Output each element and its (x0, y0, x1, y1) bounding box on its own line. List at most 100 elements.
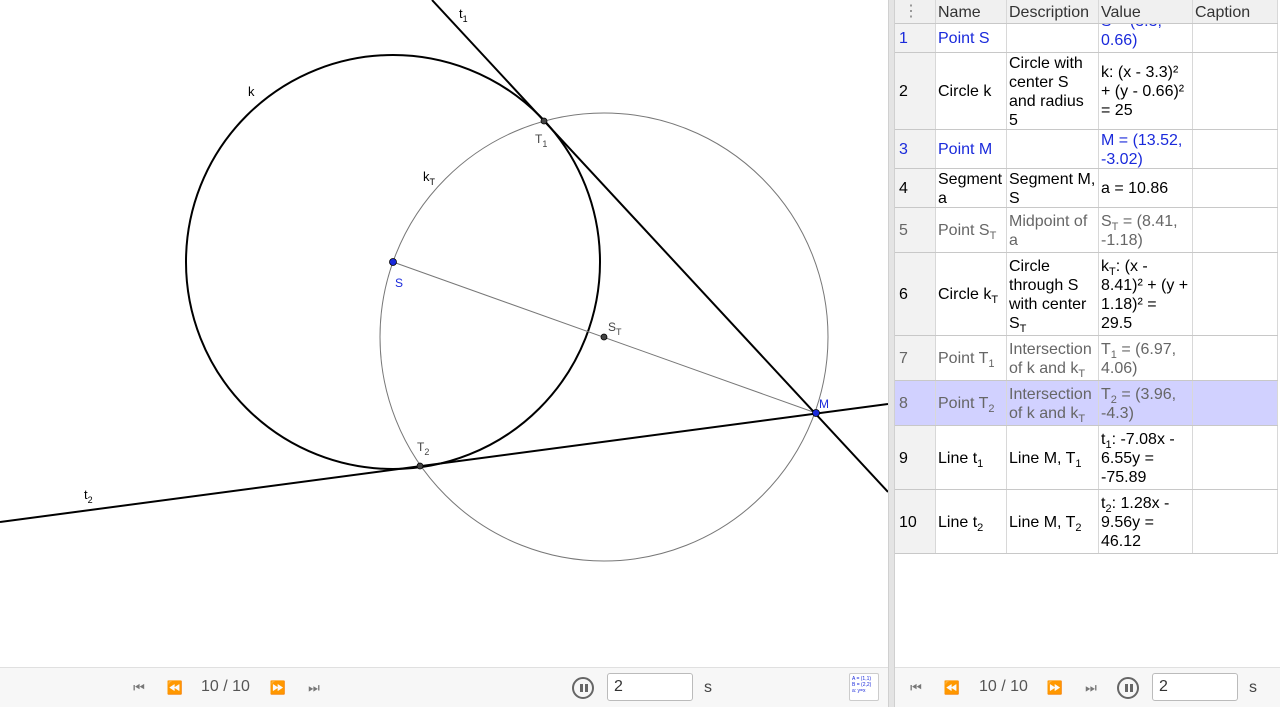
row-description (1007, 24, 1099, 52)
row-description: Intersection of k and kT (1007, 381, 1099, 425)
row-name: Point ST (936, 208, 1007, 252)
graphics-view[interactable]: k kT S ST T1 T2 M t1 t2 (0, 0, 889, 667)
previous-step-icon[interactable]: ⏪ (943, 680, 961, 696)
line-t2[interactable] (0, 403, 889, 523)
pause-icon[interactable] (572, 677, 594, 699)
last-step-icon[interactable]: ⏭ (1082, 680, 1100, 696)
label-t1: t1 (459, 6, 468, 24)
row-caption[interactable] (1193, 490, 1278, 553)
speed-input[interactable] (607, 673, 693, 701)
header-description[interactable]: Description (1007, 0, 1099, 23)
next-step-icon[interactable]: ⏩ (269, 680, 287, 696)
row-caption[interactable] (1193, 169, 1278, 207)
row-description: Midpoint of a (1007, 208, 1099, 252)
row-value: M = (13.52, -3.02) (1099, 130, 1193, 168)
row-caption[interactable] (1193, 53, 1278, 129)
row-caption[interactable] (1193, 426, 1278, 489)
icon-line: a: y=x (852, 688, 866, 694)
row-value: k: (x - 3.3)² + (y - 0.66)² = 25 (1099, 53, 1193, 129)
row-number: 1 (895, 24, 936, 52)
row-name: Circle kT (936, 253, 1007, 335)
header-menu[interactable]: ⋮ (895, 0, 936, 23)
row-value: a = 10.86 (1099, 169, 1193, 207)
graphics-navigation-bar: ⏮ ⏪ 10 / 10 ⏩ ⏭ s A = (1,1) B = (2,2) a:… (0, 667, 888, 707)
row-caption[interactable] (1193, 130, 1278, 168)
row-name: Point M (936, 130, 1007, 168)
speed-unit: s (1249, 679, 1257, 696)
table-header: ⋮ Name Description Value Caption (895, 0, 1278, 24)
step-counter: 10 / 10 (979, 678, 1028, 695)
vertical-dots-icon[interactable]: ⋮ (903, 4, 919, 20)
first-step-icon[interactable]: ⏮ (907, 680, 925, 696)
row-name: Circle k (936, 53, 1007, 129)
row-caption[interactable] (1193, 336, 1278, 380)
row-number: 6 (895, 253, 936, 335)
row-description: Circle through S with center ST (1007, 253, 1099, 335)
construction-protocol-icon[interactable]: A = (1,1) B = (2,2) a: y=x (849, 673, 879, 701)
table-row[interactable]: 10 Line t2 Line M, T2 t2: 1.28x - 9.56y … (895, 490, 1278, 554)
row-description: Line M, T2 (1007, 490, 1099, 553)
row-value: T2 = (3.96, -4.3) (1099, 381, 1193, 425)
row-number: 3 (895, 130, 936, 168)
row-value: t2: 1.28x - 9.56y = 46.12 (1099, 490, 1193, 553)
row-value: kT: (x - 8.41)² + (y + 1.18)² = 29.5 (1099, 253, 1193, 335)
row-number: 2 (895, 53, 936, 129)
row-number: 8 (895, 381, 936, 425)
row-number: 5 (895, 208, 936, 252)
point-T1[interactable] (540, 117, 548, 125)
row-value: S = (3.3, 0.66) (1099, 24, 1193, 52)
construction-protocol: ⋮ Name Description Value Caption 1 Point… (895, 0, 1280, 667)
row-number: 9 (895, 426, 936, 489)
previous-step-icon[interactable]: ⏪ (166, 680, 184, 696)
row-description: Intersection of k and kT (1007, 336, 1099, 380)
row-name: Line t2 (936, 490, 1007, 553)
row-name: Line t1 (936, 426, 1007, 489)
line-t1[interactable] (431, 0, 889, 493)
row-number: 7 (895, 336, 936, 380)
row-caption[interactable] (1193, 208, 1278, 252)
table-row[interactable]: 2 Circle k Circle with center S and radi… (895, 53, 1278, 130)
row-name: Segment a (936, 169, 1007, 207)
label-T1: T1 (535, 132, 547, 149)
row-caption[interactable] (1193, 24, 1278, 52)
table-row[interactable]: 5 Point ST Midpoint of a ST = (8.41, -1.… (895, 208, 1278, 253)
speed-input[interactable] (1152, 673, 1238, 701)
panel-splitter[interactable] (888, 0, 895, 707)
row-name: Point T1 (936, 336, 1007, 380)
table-row[interactable]: 9 Line t1 Line M, T1 t1: -7.08x - 6.55y … (895, 426, 1278, 490)
label-k: k (248, 84, 255, 99)
label-S: S (395, 276, 403, 290)
table-row[interactable]: 6 Circle kT Circle through S with center… (895, 253, 1278, 336)
label-M: M (819, 397, 829, 411)
label-T2: T2 (417, 440, 429, 457)
next-step-icon[interactable]: ⏩ (1046, 680, 1064, 696)
table-row[interactable]: 1 Point S S = (3.3, 0.66) (895, 24, 1278, 53)
row-value: t1: -7.08x - 6.55y = -75.89 (1099, 426, 1193, 489)
row-caption[interactable] (1193, 381, 1278, 425)
row-name: Point T2 (936, 381, 1007, 425)
table-row[interactable]: 3 Point M M = (13.52, -3.02) (895, 130, 1278, 169)
label-kT: kT (423, 169, 436, 187)
pause-icon[interactable] (1117, 677, 1139, 699)
row-caption[interactable] (1193, 253, 1278, 335)
point-ST[interactable] (600, 333, 608, 341)
header-name[interactable]: Name (936, 0, 1007, 23)
header-caption[interactable]: Caption (1193, 0, 1278, 23)
row-number: 10 (895, 490, 936, 553)
geometry-canvas[interactable]: k kT S ST T1 T2 M t1 t2 (0, 0, 889, 667)
row-value: ST = (8.41, -1.18) (1099, 208, 1193, 252)
table-row-selected[interactable]: 8 Point T2 Intersection of k and kT T2 =… (895, 381, 1278, 426)
last-step-icon[interactable]: ⏭ (305, 680, 323, 696)
table-row[interactable]: 7 Point T1 Intersection of k and kT T1 =… (895, 336, 1278, 381)
table-row[interactable]: 4 Segment a Segment M, S a = 10.86 (895, 169, 1278, 208)
first-step-icon[interactable]: ⏮ (130, 680, 148, 696)
row-description: Circle with center S and radius 5 (1007, 53, 1099, 129)
header-value[interactable]: Value (1099, 0, 1193, 23)
row-description: Segment M, S (1007, 169, 1099, 207)
label-ST: ST (608, 320, 622, 337)
row-name: Point S (936, 24, 1007, 52)
point-S[interactable] (389, 258, 397, 266)
point-T2[interactable] (416, 462, 424, 470)
row-description: Line M, T1 (1007, 426, 1099, 489)
row-description (1007, 130, 1099, 168)
